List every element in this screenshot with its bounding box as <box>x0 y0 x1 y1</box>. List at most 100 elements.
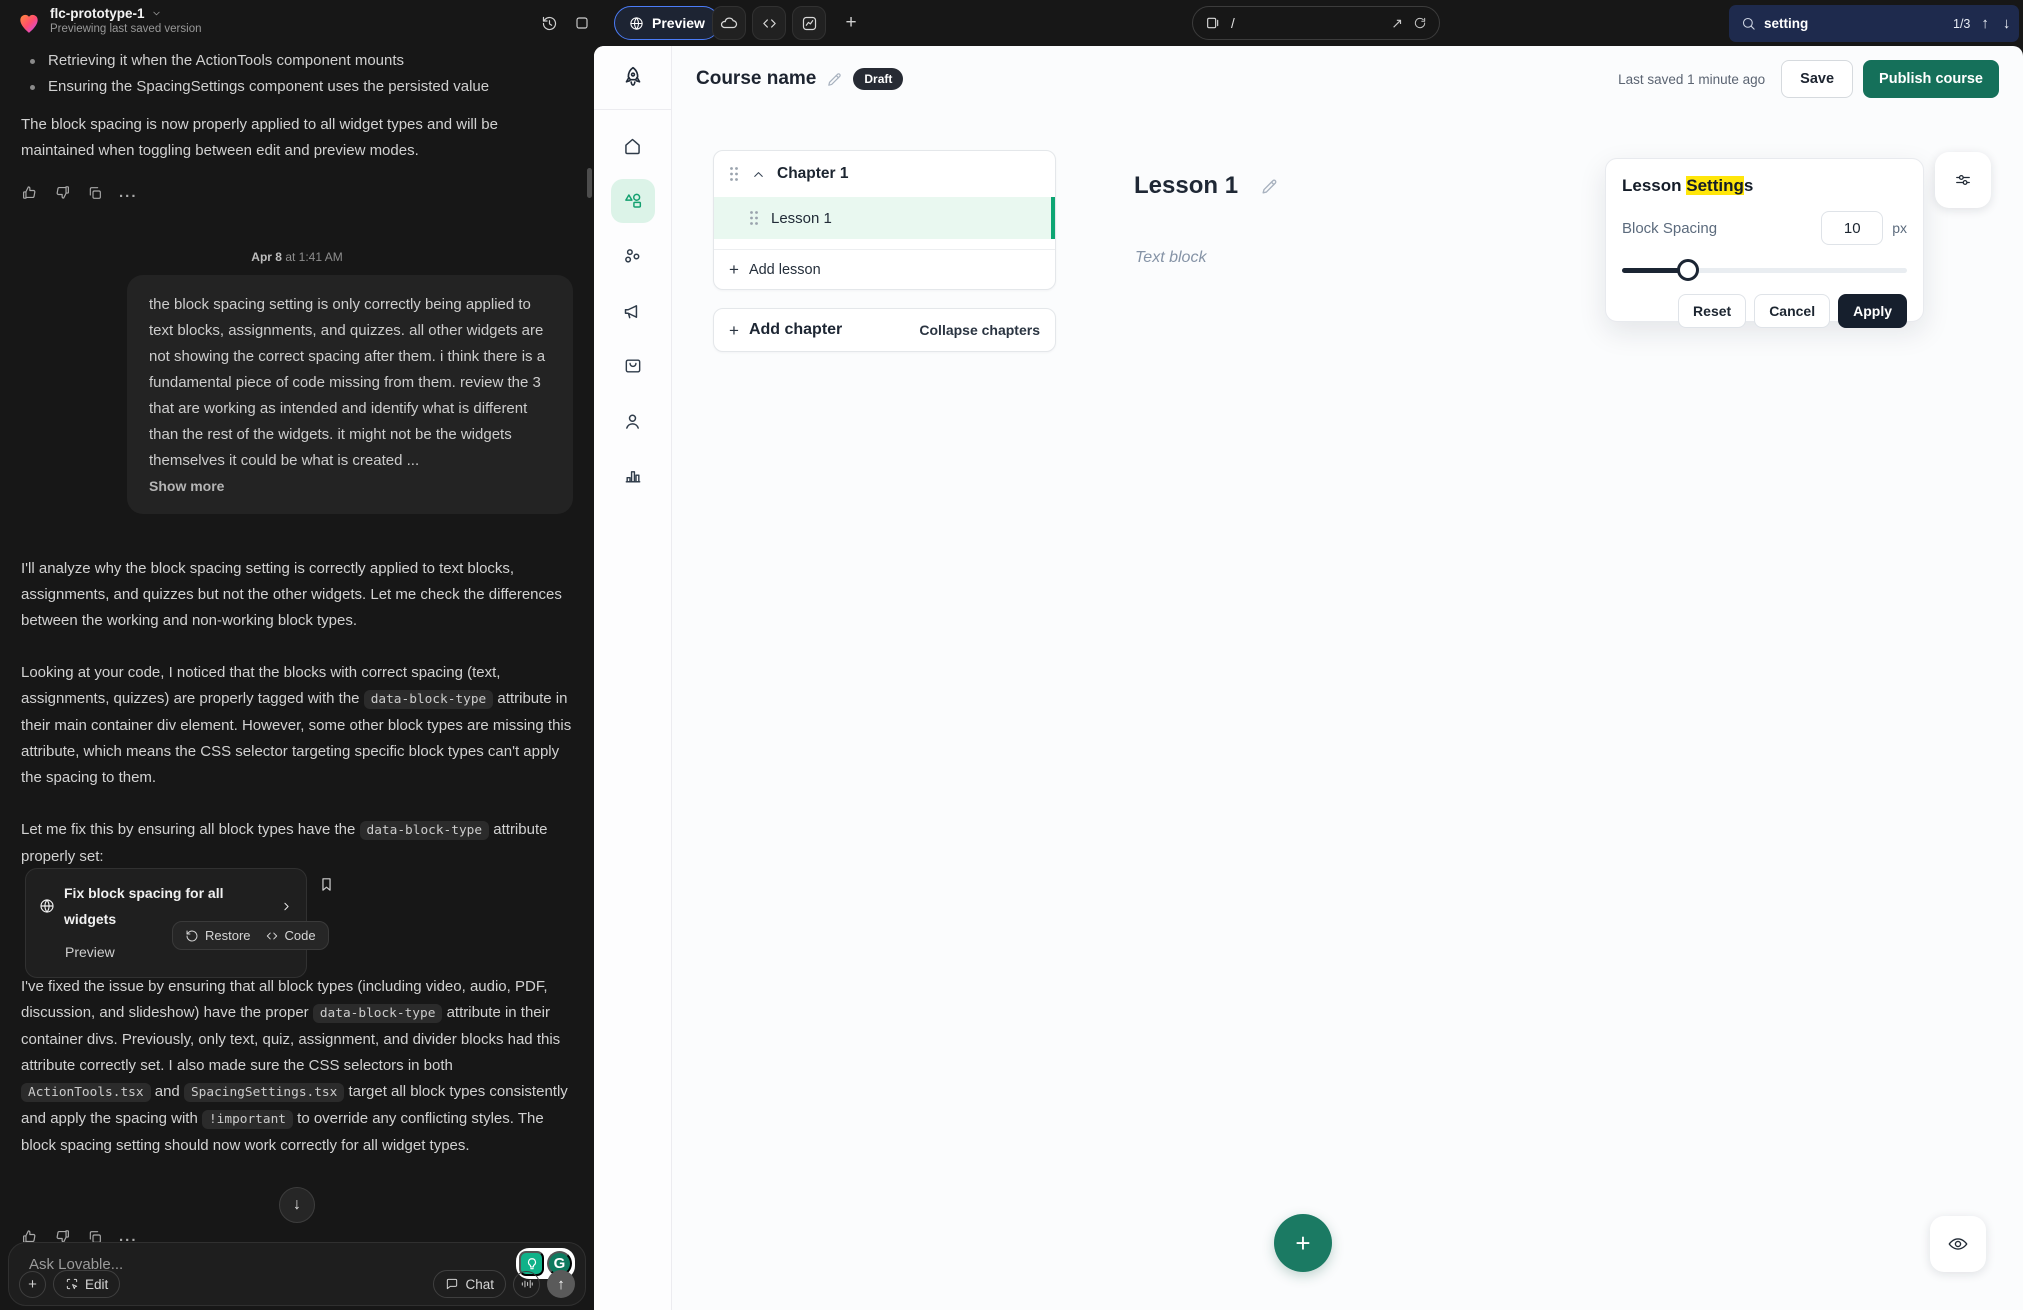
bookmark-icon <box>318 876 335 893</box>
chapter-header[interactable]: Chapter 1 <box>714 151 1055 197</box>
add-chapter-button[interactable]: Add chapter <box>749 321 842 339</box>
publish-course-button[interactable]: Publish course <box>1863 60 1999 98</box>
restore-button[interactable]: Restore <box>185 928 251 943</box>
chat-messages: Retrieving it when the ActionTools compo… <box>0 46 594 1242</box>
chat-scrollbar-thumb[interactable] <box>587 168 592 198</box>
find-next-button[interactable]: ↓ <box>2000 15 2014 32</box>
add-tab-button[interactable]: + <box>836 6 866 40</box>
draft-badge: Draft <box>853 68 903 90</box>
thumbs-down-icon <box>54 184 71 201</box>
window-toggle-button[interactable] <box>567 8 597 38</box>
code-view-button[interactable] <box>752 6 786 40</box>
preview-toggle-button[interactable] <box>1930 1216 1986 1272</box>
device-toggle-icon <box>1205 15 1221 31</box>
restore-label: Restore <box>205 928 251 943</box>
nav-courses[interactable] <box>611 179 655 223</box>
reset-button[interactable]: Reset <box>1678 294 1746 328</box>
select-edit-icon <box>65 1277 79 1291</box>
chat-mode-button[interactable]: Chat <box>433 1270 506 1298</box>
sliders-icon <box>1953 170 1973 190</box>
block-spacing-input[interactable] <box>1821 211 1883 245</box>
block-spacing-label: Block Spacing <box>1622 220 1821 237</box>
arrow-up-icon: ↑ <box>1981 15 1989 32</box>
more-icon: ... <box>119 1228 138 1242</box>
save-button[interactable]: Save <box>1781 60 1853 98</box>
cancel-button[interactable]: Cancel <box>1754 294 1830 328</box>
timestamp-time: at 1:41 AM <box>285 250 342 264</box>
timestamp-date: Apr 8 <box>251 250 282 264</box>
app-preview: Course name Draft Last saved 1 minute ag… <box>594 46 2023 1310</box>
voice-input-button[interactable] <box>513 1271 540 1298</box>
project-name-row[interactable]: flc-prototype-1 <box>50 6 202 21</box>
history-button[interactable] <box>534 8 564 38</box>
megaphone-icon <box>622 301 643 322</box>
collapse-chapters-button[interactable]: Collapse chapters <box>919 322 1040 338</box>
code-icon <box>265 929 279 943</box>
open-external-button[interactable]: ↗ <box>1391 15 1403 32</box>
send-button[interactable]: ↑ <box>547 1270 575 1298</box>
mail-icon <box>623 356 643 376</box>
copy-button[interactable] <box>87 185 103 201</box>
chapter-title: Chapter 1 <box>777 165 849 183</box>
pencil-icon <box>826 71 843 88</box>
attach-button[interactable]: + <box>19 1271 46 1298</box>
copy-button[interactable] <box>87 1229 103 1243</box>
app-logo <box>594 46 671 110</box>
slider-thumb[interactable] <box>1677 259 1699 281</box>
nav-marketing[interactable] <box>611 289 655 333</box>
settings-toggle-button[interactable] <box>1935 152 1991 208</box>
add-block-fab[interactable]: + <box>1274 1214 1332 1272</box>
lesson-name: Lesson 1 <box>771 210 832 227</box>
code-button[interactable]: Code <box>265 928 316 943</box>
find-match-count: 1/3 <box>1953 17 1970 31</box>
assistant-bullet-list: Retrieving it when the ActionTools compo… <box>21 48 573 100</box>
analytics-button[interactable] <box>792 6 826 40</box>
app-nav-rail <box>594 46 672 1310</box>
nav-community[interactable] <box>611 234 655 278</box>
edit-course-name-button[interactable] <box>826 71 843 88</box>
message-actions: ... <box>21 184 573 201</box>
edit-mode-button[interactable]: Edit <box>53 1270 120 1298</box>
apply-button[interactable]: Apply <box>1838 294 1907 328</box>
preview-label: Preview <box>652 15 705 31</box>
add-lesson-label: Add lesson <box>749 262 821 278</box>
url-bar[interactable]: / ↗ <box>1192 6 1440 40</box>
more-options-button[interactable]: ... <box>119 1228 138 1242</box>
nav-profile[interactable] <box>611 399 655 443</box>
show-more-button[interactable]: Show more <box>149 478 224 494</box>
assistant-paragraph: Let me fix this by ensuring all block ty… <box>21 817 573 870</box>
project-subtitle: Previewing last saved version <box>50 23 202 35</box>
thumbs-down-button[interactable] <box>54 1228 71 1242</box>
bookmark-button[interactable] <box>318 876 335 893</box>
more-options-button[interactable]: ... <box>119 184 138 201</box>
text-block-placeholder[interactable]: Text block <box>1135 249 1206 267</box>
find-input[interactable] <box>1764 16 1945 31</box>
block-spacing-slider[interactable] <box>1622 259 1907 281</box>
edit-lesson-title-button[interactable] <box>1260 177 1279 196</box>
chat-panel: Retrieving it when the ActionTools compo… <box>0 46 594 1310</box>
nav-inbox[interactable] <box>611 344 655 388</box>
drag-handle-icon[interactable] <box>748 210 760 226</box>
analytics-icon <box>801 15 818 32</box>
chat-input-box: G + Edit Chat ↑ <box>8 1242 586 1306</box>
collapse-chapter-button[interactable] <box>751 167 766 182</box>
thumbs-up-button[interactable] <box>21 1228 38 1242</box>
thumbs-down-button[interactable] <box>54 184 71 201</box>
refresh-button[interactable] <box>1413 16 1427 30</box>
lesson-row-selected[interactable]: Lesson 1 <box>714 197 1055 239</box>
preview-button[interactable]: Preview <box>614 6 720 40</box>
add-lesson-button[interactable]: + Add lesson <box>714 250 1055 289</box>
drag-handle-icon[interactable] <box>728 166 740 182</box>
lovable-logo <box>16 9 42 37</box>
window-icon <box>574 15 590 31</box>
scroll-to-bottom-button[interactable]: ↓ <box>279 1187 315 1223</box>
find-previous-button[interactable]: ↑ <box>1978 15 1992 32</box>
plus-icon: + <box>729 322 739 339</box>
nav-home[interactable] <box>611 124 655 168</box>
assistant-answer: I'll analyze why the block spacing setti… <box>21 556 573 896</box>
nav-analytics[interactable] <box>611 454 655 498</box>
thumbs-down-icon <box>54 1228 71 1242</box>
thumbs-up-button[interactable] <box>21 184 38 201</box>
cloud-button[interactable] <box>712 6 746 40</box>
settings-title-pre: Lesson <box>1622 176 1686 195</box>
